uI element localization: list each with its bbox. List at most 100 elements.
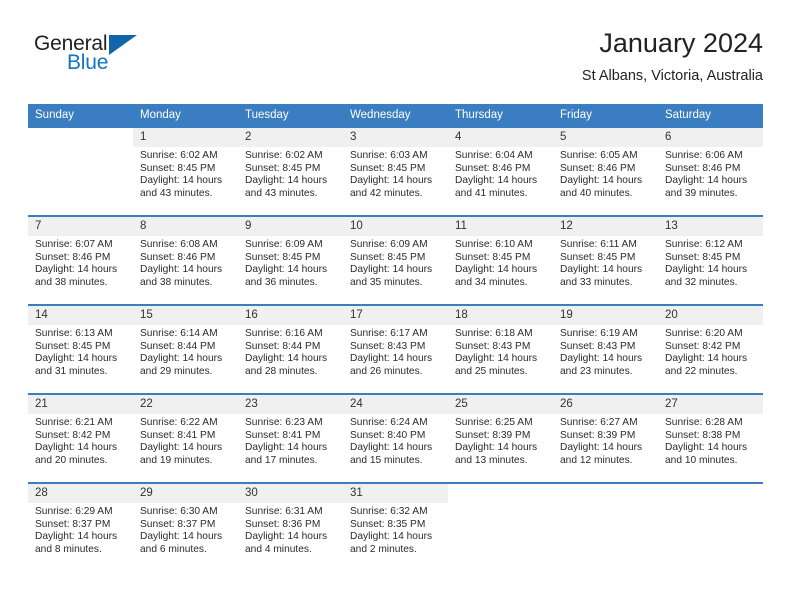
- calendar-day-cell[interactable]: 2 Sunrise: 6:02 AM Sunset: 8:45 PM Daylight…: [238, 126, 343, 216]
- daylight-text: Daylight: 14 hours and 36 minutes.: [245, 264, 328, 288]
- calendar-day-cell[interactable]: 31 Sunrise: 6:32 AM Sunset: 8:35 PM Dayligh…: [343, 482, 448, 572]
- day-number: 4: [448, 128, 553, 147]
- day-details: Sunrise: 6:04 AM Sunset: 8:46 PM Daylight:…: [448, 147, 553, 200]
- day-details: Sunrise: 6:29 AM Sunset: 8:37 PM Daylight:…: [28, 503, 133, 556]
- calendar-day-cell[interactable]: 3 Sunrise: 6:03 AM Sunset: 8:45 PM Daylight…: [343, 126, 448, 216]
- general-blue-logo[interactable]: General Blue: [34, 32, 154, 80]
- daylight-text: Daylight: 14 hours and 33 minutes.: [560, 264, 643, 288]
- calendar-week-row: 7 Sunrise: 6:07 AM Sunset: 8:46 PM Daylight…: [28, 215, 763, 305]
- day-number: 25: [448, 395, 553, 414]
- calendar-day-cell[interactable]: 25 Sunrise: 6:25 AM Sunset: 8:39 PM Dayligh…: [448, 393, 553, 483]
- sunset-text: Sunset: 8:38 PM: [665, 429, 741, 441]
- sunset-text: Sunset: 8:45 PM: [140, 162, 216, 174]
- day-number: 28: [28, 484, 133, 503]
- daylight-text: Daylight: 14 hours and 42 minutes.: [350, 175, 433, 199]
- sunset-text: Sunset: 8:45 PM: [245, 251, 321, 263]
- daylight-text: Daylight: 14 hours and 38 minutes.: [35, 264, 118, 288]
- day-details: Sunrise: 6:14 AM Sunset: 8:44 PM Daylight:…: [133, 325, 238, 378]
- calendar-day-cell[interactable]: 24 Sunrise: 6:24 AM Sunset: 8:40 PM Dayligh…: [343, 393, 448, 483]
- calendar-day-cell[interactable]: 20 Sunrise: 6:20 AM Sunset: 8:42 PM Dayligh…: [658, 304, 763, 394]
- calendar-day-cell[interactable]: 9 Sunrise: 6:09 AM Sunset: 8:45 PM Daylight…: [238, 215, 343, 305]
- day-details: Sunrise: 6:21 AM Sunset: 8:42 PM Daylight:…: [28, 414, 133, 467]
- day-details: Sunrise: 6:07 AM Sunset: 8:46 PM Daylight:…: [28, 236, 133, 289]
- day-number: 7: [28, 217, 133, 236]
- day-number: 27: [658, 395, 763, 414]
- calendar-day-cell[interactable]: 23 Sunrise: 6:23 AM Sunset: 8:41 PM Dayligh…: [238, 393, 343, 483]
- day-details: Sunrise: 6:20 AM Sunset: 8:42 PM Daylight:…: [658, 325, 763, 378]
- calendar-day-cell[interactable]: 11 Sunrise: 6:10 AM Sunset: 8:45 PM Dayligh…: [448, 215, 553, 305]
- calendar-day-cell[interactable]: 21 Sunrise: 6:21 AM Sunset: 8:42 PM Dayligh…: [28, 393, 133, 483]
- calendar-day-cell[interactable]: 4 Sunrise: 6:04 AM Sunset: 8:46 PM Daylight…: [448, 126, 553, 216]
- calendar-day-cell[interactable]: 15 Sunrise: 6:14 AM Sunset: 8:44 PM Dayligh…: [133, 304, 238, 394]
- sunrise-text: Sunrise: 6:09 AM: [245, 239, 323, 250]
- day-number: 17: [343, 306, 448, 325]
- calendar-day-cell[interactable]: 17 Sunrise: 6:17 AM Sunset: 8:43 PM Dayligh…: [343, 304, 448, 394]
- calendar-day-cell[interactable]: 6 Sunrise: 6:06 AM Sunset: 8:46 PM Daylight…: [658, 126, 763, 216]
- day-number: 1: [133, 128, 238, 147]
- calendar-day-cell[interactable]: 30 Sunrise: 6:31 AM Sunset: 8:36 PM Dayligh…: [238, 482, 343, 572]
- day-details: Sunrise: 6:24 AM Sunset: 8:40 PM Daylight:…: [343, 414, 448, 467]
- calendar-week-row: 21 Sunrise: 6:21 AM Sunset: 8:42 PM Dayligh…: [28, 393, 763, 483]
- daylight-text: Daylight: 14 hours and 20 minutes.: [35, 442, 118, 466]
- day-number: 13: [658, 217, 763, 236]
- day-number: 12: [553, 217, 658, 236]
- calendar-page: General Blue January 2024 St Albans, Vic…: [0, 0, 792, 612]
- calendar-day-cell[interactable]: 1 Sunrise: 6:02 AM Sunset: 8:45 PM Daylight…: [133, 126, 238, 216]
- day-details: Sunrise: 6:09 AM Sunset: 8:45 PM Daylight:…: [343, 236, 448, 289]
- weekday-header-tuesday: Tuesday: [238, 104, 343, 127]
- calendar-day-cell[interactable]: 8 Sunrise: 6:08 AM Sunset: 8:46 PM Daylight…: [133, 215, 238, 305]
- day-number: 11: [448, 217, 553, 236]
- sunrise-text: Sunrise: 6:32 AM: [350, 506, 428, 517]
- calendar-day-cell[interactable]: 28 Sunrise: 6:29 AM Sunset: 8:37 PM Dayligh…: [28, 482, 133, 572]
- day-number: [28, 128, 133, 147]
- triangle-icon: [109, 35, 137, 55]
- daylight-text: Daylight: 14 hours and 10 minutes.: [665, 442, 748, 466]
- sunset-text: Sunset: 8:44 PM: [245, 340, 321, 352]
- calendar-day-cell[interactable]: 19 Sunrise: 6:19 AM Sunset: 8:43 PM Dayligh…: [553, 304, 658, 394]
- calendar-day-cell[interactable]: 16 Sunrise: 6:16 AM Sunset: 8:44 PM Dayligh…: [238, 304, 343, 394]
- weekday-header-saturday: Saturday: [658, 104, 763, 127]
- daylight-text: Daylight: 14 hours and 35 minutes.: [350, 264, 433, 288]
- sunset-text: Sunset: 8:46 PM: [665, 162, 741, 174]
- weekday-header-thursday: Thursday: [448, 104, 553, 127]
- calendar-day-cell[interactable]: 7 Sunrise: 6:07 AM Sunset: 8:46 PM Daylight…: [28, 215, 133, 305]
- calendar-day-cell[interactable]: 26 Sunrise: 6:27 AM Sunset: 8:39 PM Dayligh…: [553, 393, 658, 483]
- sunset-text: Sunset: 8:41 PM: [140, 429, 216, 441]
- calendar-day-cell[interactable]: 12 Sunrise: 6:11 AM Sunset: 8:45 PM Dayligh…: [553, 215, 658, 305]
- sunset-text: Sunset: 8:42 PM: [665, 340, 741, 352]
- sunrise-text: Sunrise: 6:11 AM: [560, 239, 637, 250]
- day-details: Sunrise: 6:22 AM Sunset: 8:41 PM Daylight:…: [133, 414, 238, 467]
- day-number: 15: [133, 306, 238, 325]
- weekday-header-sunday: Sunday: [28, 104, 133, 127]
- sunrise-text: Sunrise: 6:08 AM: [140, 239, 218, 250]
- sunrise-text: Sunrise: 6:14 AM: [140, 328, 218, 339]
- sunset-text: Sunset: 8:43 PM: [560, 340, 636, 352]
- calendar-day-cell[interactable]: 18 Sunrise: 6:18 AM Sunset: 8:43 PM Dayligh…: [448, 304, 553, 394]
- sunset-text: Sunset: 8:36 PM: [245, 518, 321, 530]
- sunrise-text: Sunrise: 6:24 AM: [350, 417, 428, 428]
- page-subtitle: St Albans, Victoria, Australia: [581, 68, 763, 84]
- sunset-text: Sunset: 8:39 PM: [560, 429, 636, 441]
- sunset-text: Sunset: 8:43 PM: [455, 340, 531, 352]
- sunset-text: Sunset: 8:37 PM: [35, 518, 111, 530]
- calendar-day-cell[interactable]: 27 Sunrise: 6:28 AM Sunset: 8:38 PM Dayligh…: [658, 393, 763, 483]
- sunrise-text: Sunrise: 6:22 AM: [140, 417, 218, 428]
- day-details: Sunrise: 6:23 AM Sunset: 8:41 PM Daylight:…: [238, 414, 343, 467]
- calendar-day-cell[interactable]: 14 Sunrise: 6:13 AM Sunset: 8:45 PM Dayligh…: [28, 304, 133, 394]
- daylight-text: Daylight: 14 hours and 23 minutes.: [560, 353, 643, 377]
- calendar-day-cell[interactable]: 22 Sunrise: 6:22 AM Sunset: 8:41 PM Dayligh…: [133, 393, 238, 483]
- daylight-text: Daylight: 14 hours and 32 minutes.: [665, 264, 748, 288]
- day-details: Sunrise: 6:11 AM Sunset: 8:45 PM Daylight:…: [553, 236, 658, 289]
- day-number: 6: [658, 128, 763, 147]
- calendar-day-cell[interactable]: 10 Sunrise: 6:09 AM Sunset: 8:45 PM Dayligh…: [343, 215, 448, 305]
- calendar-day-cell[interactable]: 5 Sunrise: 6:05 AM Sunset: 8:46 PM Daylight…: [553, 126, 658, 216]
- calendar-day-cell[interactable]: 13 Sunrise: 6:12 AM Sunset: 8:45 PM Dayligh…: [658, 215, 763, 305]
- calendar-day-cell[interactable]: 29 Sunrise: 6:30 AM Sunset: 8:37 PM Dayligh…: [133, 482, 238, 572]
- sunrise-text: Sunrise: 6:06 AM: [665, 150, 743, 161]
- sunset-text: Sunset: 8:46 PM: [140, 251, 216, 263]
- sunrise-text: Sunrise: 6:07 AM: [35, 239, 113, 250]
- calendar-header-row: Sunday Monday Tuesday Wednesday Thursday…: [28, 104, 763, 127]
- day-number: 29: [133, 484, 238, 503]
- daylight-text: Daylight: 14 hours and 19 minutes.: [140, 442, 223, 466]
- day-details: Sunrise: 6:05 AM Sunset: 8:46 PM Daylight:…: [553, 147, 658, 200]
